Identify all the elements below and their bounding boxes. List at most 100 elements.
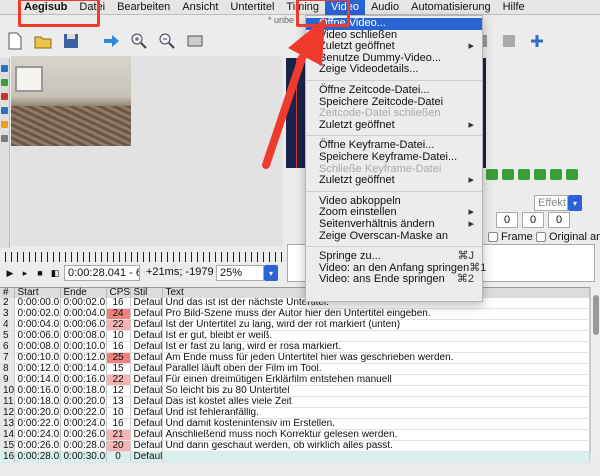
grid-header-number[interactable]: # xyxy=(0,288,15,298)
table-row[interactable]: 120:00:20.020:00:22.0210DefaultUnd ist f… xyxy=(0,407,590,420)
table-row[interactable]: 160:00:28.020:00:30.020Default xyxy=(0,451,590,464)
end-time[interactable]: 0:00:12.02 xyxy=(60,352,107,365)
end-time[interactable]: 0:00:04.02 xyxy=(60,308,107,321)
cps-value[interactable]: 10 xyxy=(106,330,131,343)
grid-header-cps[interactable]: CPS xyxy=(106,288,131,298)
end-time[interactable]: 0:00:08.02 xyxy=(60,330,107,343)
style-name[interactable]: Default xyxy=(130,363,163,376)
row-number[interactable]: 15 xyxy=(0,440,15,453)
subtitle-text[interactable]: Ist er gut, bleibt er weiß. xyxy=(162,330,590,343)
save-icon[interactable] xyxy=(60,30,82,52)
scrollbar-thumb[interactable] xyxy=(593,295,599,335)
row-number[interactable]: 11 xyxy=(0,396,15,409)
frame-checkbox[interactable]: Frame xyxy=(488,231,533,243)
menu-item-öffne-zeitcode-datei[interactable]: Öffne Zeitcode-Datei... xyxy=(306,84,482,97)
table-row[interactable]: 150:00:26.020:00:28.0220DefaultUnd dann … xyxy=(0,440,590,453)
table-row[interactable]: 40:00:04.020:00:06.0222DefaultIst der Un… xyxy=(0,319,590,332)
start-time[interactable]: 0:00:24.02 xyxy=(14,429,61,442)
margin-vert-field[interactable]: 0 xyxy=(548,212,570,228)
table-row[interactable]: 50:00:06.020:00:08.0210DefaultIst er gut… xyxy=(0,330,590,343)
table-row[interactable]: 20:00:00.020:00:02.0216DefaultUnd das is… xyxy=(0,298,590,310)
start-time[interactable]: 0:00:20.02 xyxy=(14,407,61,420)
start-time[interactable]: 0:00:26.02 xyxy=(14,440,61,453)
grid-header-ende[interactable]: Ende xyxy=(60,288,107,298)
start-time[interactable]: 0:00:10.02 xyxy=(14,352,61,365)
table-row[interactable]: 140:00:24.020:00:26.0221DefaultAnschließ… xyxy=(0,429,590,442)
play-icon[interactable]: ▶ xyxy=(4,267,16,279)
margin-right-field[interactable]: 0 xyxy=(522,212,544,228)
style-name[interactable]: Default xyxy=(130,451,163,464)
start-time[interactable]: 0:00:00.02 xyxy=(14,298,61,310)
start-time[interactable]: 0:00:06.02 xyxy=(14,330,61,343)
automation-icon[interactable] xyxy=(526,30,548,52)
table-row[interactable]: 60:00:08.020:00:10.0216DefaultIst er fas… xyxy=(0,341,590,354)
bold-format-icon[interactable] xyxy=(486,169,498,180)
menu-item-seitenverhältnis-ändern[interactable]: Seitenverhältnis ändern ▸ xyxy=(306,218,482,231)
row-number[interactable]: 13 xyxy=(0,418,15,431)
start-time[interactable]: 0:00:28.02 xyxy=(14,451,61,464)
row-number[interactable]: 10 xyxy=(0,385,15,398)
menu-item-zeige-videodetails[interactable]: Zeige Videodetails... xyxy=(306,64,482,76)
cps-value[interactable]: 15 xyxy=(106,363,131,376)
cps-value[interactable]: 20 xyxy=(106,440,131,453)
zoom-dropdown[interactable]: 25% ▾ xyxy=(216,265,278,281)
video-time-field[interactable]: 0:00:28.041 - 67 xyxy=(64,265,140,281)
table-row[interactable]: 100:00:16.020:00:18.0212DefaultSo leicht… xyxy=(0,385,590,398)
tool-rotate-icon[interactable] xyxy=(1,93,8,100)
end-time[interactable]: 0:00:28.02 xyxy=(60,440,107,453)
row-number[interactable]: 9 xyxy=(0,374,15,387)
jump-arrow-icon[interactable] xyxy=(100,30,122,52)
subtitle-text[interactable]: Und ist fehleranfällig. xyxy=(162,407,590,420)
end-time[interactable]: 0:00:22.02 xyxy=(60,407,107,420)
menu-item-video-ans-ende-springen[interactable]: Video: ans Ende springen ⌘2 xyxy=(306,274,482,286)
start-time[interactable]: 0:00:16.02 xyxy=(14,385,61,398)
style-name[interactable]: Default xyxy=(130,341,163,354)
row-number[interactable]: 16 xyxy=(0,451,15,464)
video-seek-bar[interactable] xyxy=(5,252,283,262)
style-name[interactable]: Default xyxy=(130,440,163,453)
end-time[interactable]: 0:00:30.02 xyxy=(60,451,107,464)
subtitle-text[interactable]: Und dann geschaut werden, ob wirklich al… xyxy=(162,440,590,453)
tool-scale-icon[interactable] xyxy=(1,107,8,114)
cps-value[interactable]: 22 xyxy=(106,374,131,387)
row-number[interactable]: 3 xyxy=(0,308,15,321)
start-time[interactable]: 0:00:08.02 xyxy=(14,341,61,354)
open-folder-icon[interactable] xyxy=(32,30,54,52)
zoom-out-icon[interactable] xyxy=(156,30,178,52)
original-checkbox-box[interactable] xyxy=(536,232,546,242)
subtitle-text[interactable]: Ist er fast zu lang, wird er rosa markie… xyxy=(162,341,590,354)
subtitle-text[interactable]: Pro Bild-Szene muss der Autor hier den U… xyxy=(162,308,590,321)
subtitle-text[interactable]: Am Ende muss für jeden Untertitel hier w… xyxy=(162,352,590,365)
margin-left-field[interactable]: 0 xyxy=(496,212,518,228)
tool-drag-icon[interactable] xyxy=(1,79,8,86)
style-name[interactable]: Default xyxy=(130,429,163,442)
strike-format-icon[interactable] xyxy=(534,169,546,180)
stop-icon[interactable]: ■ xyxy=(34,267,46,279)
menu-audio[interactable]: Audio xyxy=(365,0,405,15)
style-name[interactable]: Default xyxy=(130,330,163,343)
original-checkbox[interactable]: Original anz xyxy=(536,231,600,243)
color-format-icon[interactable] xyxy=(566,169,578,180)
row-number[interactable]: 14 xyxy=(0,429,15,442)
chevron-down-icon[interactable]: ▾ xyxy=(568,195,582,211)
subtitle-text[interactable]: Ist der Untertitel zu lang, wird der rot… xyxy=(162,319,590,332)
end-time[interactable]: 0:00:26.02 xyxy=(60,429,107,442)
zoom-in-icon[interactable] xyxy=(128,30,150,52)
style-name[interactable]: Default xyxy=(130,298,163,310)
style-name[interactable]: Default xyxy=(130,407,163,420)
start-time[interactable]: 0:00:14.02 xyxy=(14,374,61,387)
cps-value[interactable]: 21 xyxy=(106,429,131,442)
style-name[interactable]: Default xyxy=(130,418,163,431)
grid-header-start[interactable]: Start xyxy=(14,288,61,298)
effect-dropdown[interactable]: Effekt ▾ xyxy=(534,195,582,211)
menu-item-speichere-keyframe-datei[interactable]: Speichere Keyframe-Datei... xyxy=(306,151,482,164)
style-name[interactable]: Default xyxy=(130,374,163,387)
table-row[interactable]: 70:00:10.020:00:12.0225DefaultAm Ende mu… xyxy=(0,352,590,365)
tool-vector-icon[interactable] xyxy=(1,135,8,142)
style-name[interactable]: Default xyxy=(130,396,163,409)
new-file-icon[interactable] xyxy=(4,30,26,52)
play-line-icon[interactable]: ▸ xyxy=(19,267,31,279)
frame-checkbox-box[interactable] xyxy=(488,232,498,242)
start-time[interactable]: 0:00:12.02 xyxy=(14,363,61,376)
end-time[interactable]: 0:00:24.02 xyxy=(60,418,107,431)
